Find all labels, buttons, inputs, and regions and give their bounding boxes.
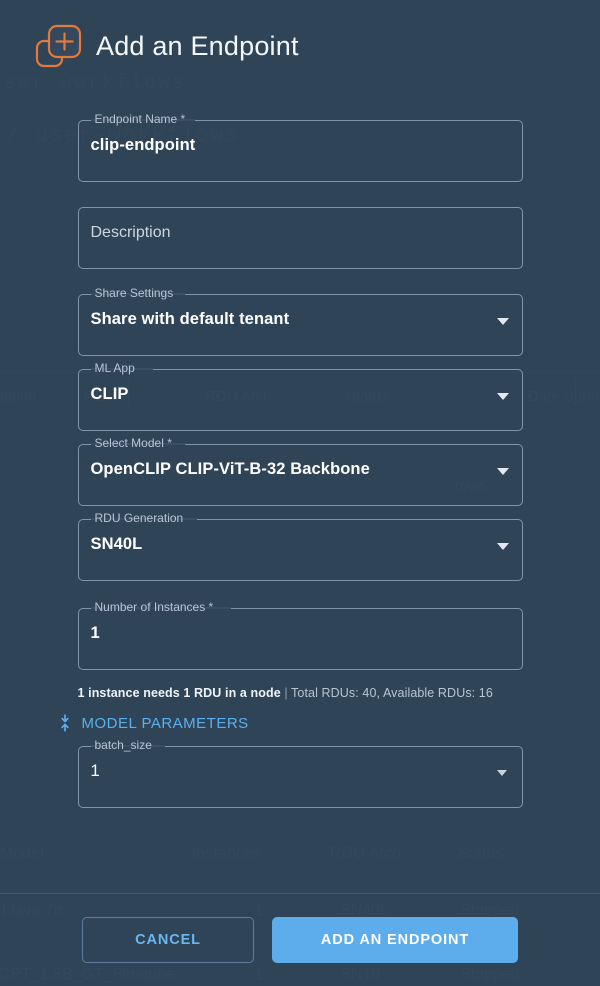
select-model-label: Select Model * [94,436,172,450]
field-outline [77,369,523,431]
add-endpoint-button[interactable]: ADD AN ENDPOINT [272,917,518,963]
endpoint-name-label: Endpoint Name * [94,112,186,126]
chevron-down-icon[interactable] [496,393,509,400]
select-model-value: OpenCLIP CLIP-ViT-B-32 Backbone [90,460,370,478]
share-settings-value: Share with default tenant [90,310,290,328]
model-parameters-toggle[interactable]: MODEL PARAMETERS [56,714,523,732]
add-square-icon [26,15,88,77]
page-title: Add an Endpoint [96,30,299,61]
unfold-less-icon [56,714,74,732]
rdu-info-text: 1 instance needs 1 RDU in a node | Total… [78,686,523,700]
number-of-instances-input[interactable]: 1 [91,624,100,643]
endpoint-name-input[interactable]: clip-endpoint [91,136,196,155]
cancel-button[interactable]: CANCEL [82,917,254,963]
number-of-instances-field[interactable]: Number of Instances * 1 [77,600,523,670]
share-settings-select[interactable]: Share Settings Share with default tenant [77,286,523,356]
select-model-select[interactable]: Select Model * OpenCLIP CLIP-ViT-B-32 Ba… [77,436,523,506]
chevron-down-icon[interactable] [496,468,509,475]
dialog-footer: CANCEL ADD AN ENDPOINT [0,893,600,986]
field-outline [77,746,523,808]
rdu-generation-value: SN40L [90,535,143,553]
field-outline [77,519,523,581]
batch-size-select[interactable]: batch_size 1 [77,738,523,808]
rdu-info-separator: | [280,686,292,700]
rdu-info-rest: Total RDUs: 40, Available RDUs: 16 [291,686,493,700]
rdu-generation-label: RDU Generation [94,511,184,525]
field-outline [77,608,523,670]
description-field[interactable]: Description [77,207,523,269]
dialog-header: Add an Endpoint [0,0,600,92]
chevron-down-icon[interactable] [496,770,507,776]
ml-app-value: CLIP [90,385,129,403]
batch-size-value: 1 [90,762,100,780]
description-input[interactable]: Description [91,224,171,242]
share-settings-label: Share Settings [94,286,174,300]
chevron-down-icon[interactable] [496,543,509,550]
model-parameters-label: MODEL PARAMETERS [81,714,249,732]
batch-size-label: batch_size [94,738,152,752]
chevron-down-icon[interactable] [496,318,509,325]
dialog-body: Endpoint Name * clip-endpoint Descriptio… [0,92,600,893]
rdu-info-strong: 1 instance needs 1 RDU in a node [77,686,281,700]
ml-app-select[interactable]: ML App CLIP [77,361,523,431]
rdu-generation-select[interactable]: RDU Generation SN40L [77,511,523,581]
add-endpoint-dialog: Add an Endpoint Endpoint Name * clip-end… [0,0,600,986]
number-of-instances-label: Number of Instances * [94,600,214,614]
ml-app-label: ML App [94,361,135,375]
endpoint-name-field[interactable]: Endpoint Name * clip-endpoint [77,112,523,182]
